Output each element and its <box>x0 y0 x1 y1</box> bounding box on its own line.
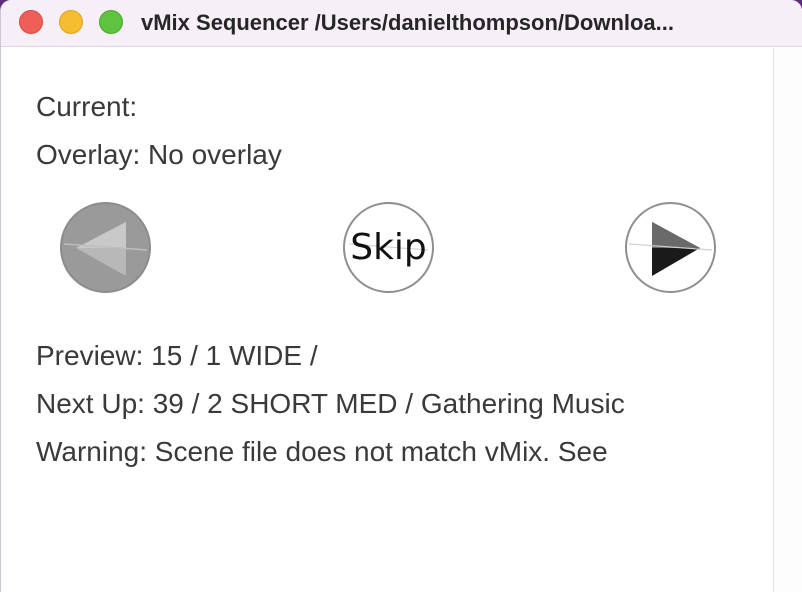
preview-label: Preview: 15 / 1 WIDE / <box>36 340 318 371</box>
play-button[interactable] <box>625 202 716 293</box>
previous-button[interactable] <box>60 202 151 293</box>
window-title: vMix Sequencer /Users/danielthompson/Dow… <box>141 10 675 35</box>
maximize-window-button[interactable] <box>99 10 123 34</box>
next-up-label: Next Up: 39 / 2 SHORT MED / Gathering Mu… <box>36 388 625 419</box>
warning-label: Warning: Scene file does not match vMix.… <box>36 436 608 467</box>
skip-button[interactable]: Skip <box>343 202 434 293</box>
overlay-label: Overlay: No overlay <box>36 139 282 170</box>
vmix-sequencer-window: vMix Sequencer /Users/danielthompson/Dow… <box>0 0 802 592</box>
current-label: Current: <box>36 91 138 122</box>
skip-button-label: Skip <box>350 227 427 268</box>
vertical-scrollbar[interactable] <box>773 48 802 592</box>
minimize-window-button[interactable] <box>59 10 83 34</box>
rewind-triangle-icon <box>63 222 148 276</box>
play-triangle-icon <box>628 222 713 276</box>
title-bar[interactable]: vMix Sequencer /Users/danielthompson/Dow… <box>1 0 802 47</box>
close-window-button[interactable] <box>19 10 43 34</box>
